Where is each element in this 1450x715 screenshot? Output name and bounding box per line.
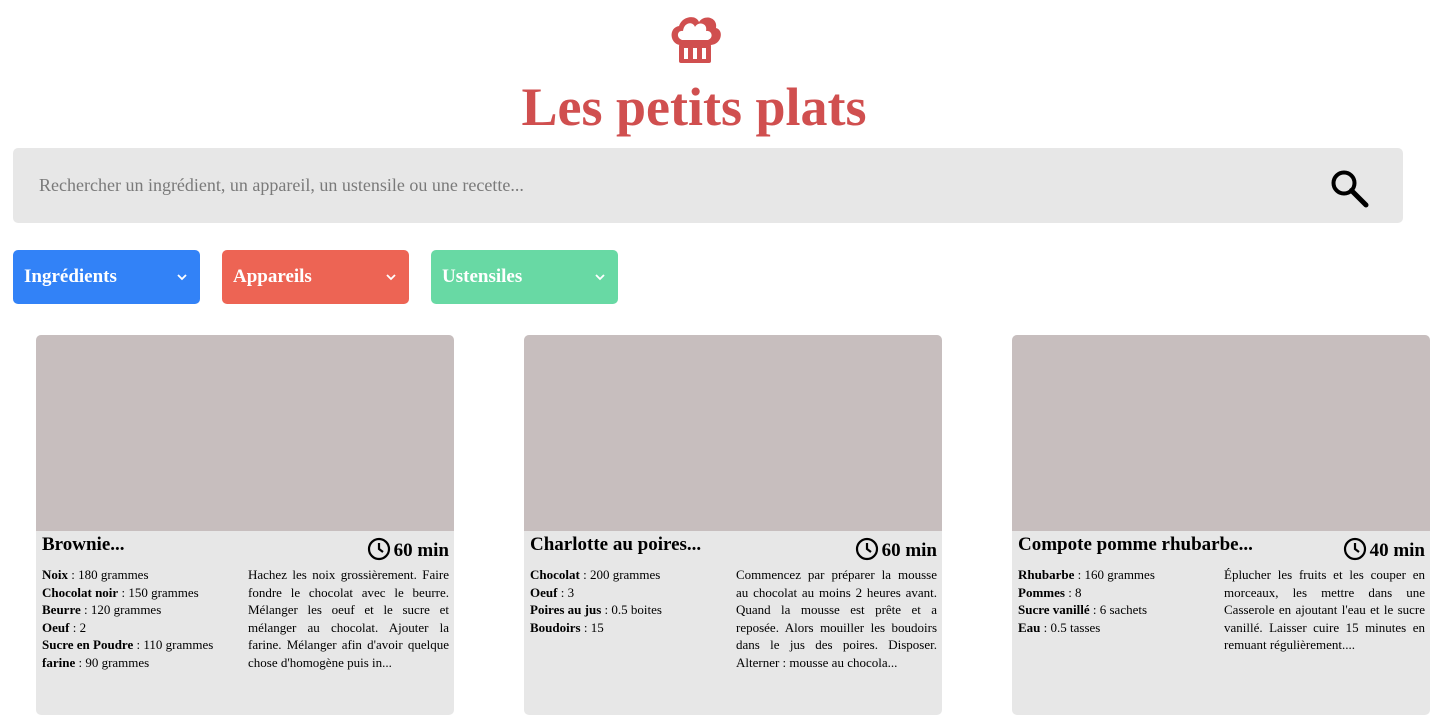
chef-hat-icon	[671, 17, 721, 63]
ingredient-item: Poires au jus : 0.5 boites	[530, 601, 730, 619]
ingredient-quantity: : 90 grammes	[75, 654, 150, 670]
ingredient-name: Oeuf	[530, 584, 558, 600]
ingredient-quantity: : 120 grammes	[80, 602, 162, 618]
ingredient-quantity: : 150 grammes	[118, 584, 199, 600]
ingredient-quantity: : 160 grammes	[1074, 567, 1155, 582]
filter-ingredients-dropdown[interactable]: Ingrédients	[13, 250, 200, 304]
ingredient-name: Rhubarbe	[1018, 567, 1075, 582]
ingredients-list: Rhubarbe : 160 grammes Pommes : 8 Sucre …	[1018, 566, 1218, 636]
ingredient-item: Sucre vanillé : 6 sachets	[1018, 601, 1218, 619]
search-input[interactable]	[39, 148, 1319, 223]
ingredient-quantity: : 110 grammes	[133, 637, 214, 653]
recipe-description: Éplucher les fruits et les couper en mor…	[1224, 567, 1425, 653]
ingredient-name: Eau	[1018, 619, 1041, 635]
ingredient-quantity: : 0.5 boites	[601, 602, 662, 618]
search-bar	[13, 148, 1403, 223]
clock-icon	[855, 537, 879, 561]
recipe-image	[524, 335, 942, 531]
ingredient-name: Chocolat noir	[42, 584, 119, 600]
ingredient-item: Rhubarbe : 160 grammes	[1018, 566, 1218, 584]
filter-label: Ustensiles	[442, 266, 523, 287]
recipe-description: Hachez les noix grossièrement. Faire fon…	[248, 567, 449, 670]
filter-label: Ingrédients	[24, 266, 117, 287]
chevron-down-icon	[386, 274, 396, 281]
recipe-image	[1012, 335, 1430, 531]
ingredient-item: farine : 90 grammes	[42, 654, 242, 672]
ingredient-item: Noix : 180 grammes	[42, 566, 242, 584]
ingredient-item: Oeuf : 3	[530, 584, 730, 602]
ingredient-item: Chocolat : 200 grammes	[530, 566, 730, 584]
ingredient-item: Chocolat noir : 150 grammes	[42, 584, 242, 602]
site-title: Les petits plats	[521, 77, 867, 137]
ingredient-quantity: : 180 grammes	[68, 567, 149, 582]
ingredient-quantity: : 6 sachets	[1089, 602, 1148, 618]
ingredient-quantity: : 2	[69, 619, 87, 635]
chevron-down-icon	[595, 274, 605, 281]
ingredient-quantity: : 200 grammes	[579, 567, 661, 582]
filter-label: Appareils	[233, 266, 312, 287]
ingredient-quantity: : 0.5 tasses	[1040, 619, 1101, 635]
filter-appliances-dropdown[interactable]: Appareils	[222, 250, 409, 304]
ingredient-name: Beurre	[42, 602, 81, 618]
clock-icon	[1343, 537, 1367, 561]
ingredient-name: Oeuf	[42, 619, 70, 635]
recipe-card[interactable]: Charlotte au poires... 60 min Chocolat :…	[524, 335, 942, 715]
recipe-time-value: 60 min	[393, 540, 449, 561]
search-icon[interactable]	[1329, 168, 1369, 208]
ingredient-name: Boudoirs	[530, 619, 581, 635]
ingredient-item: Boudoirs : 15	[530, 619, 730, 637]
ingredients-list: Noix : 180 grammes Chocolat noir : 150 g…	[42, 566, 242, 672]
clock-icon	[367, 537, 391, 561]
ingredient-item: Pommes : 8	[1018, 584, 1218, 602]
ingredient-item: Sucre en Poudre : 110 grammes	[42, 636, 242, 654]
ingredients-list: Chocolat : 200 grammes Oeuf : 3 Poires a…	[530, 566, 730, 636]
ingredient-item: Eau : 0.5 tasses	[1018, 619, 1218, 637]
ingredient-name: farine	[42, 654, 76, 670]
filter-ustensils-dropdown[interactable]: Ustensiles	[431, 250, 618, 304]
ingredient-name: Noix	[42, 567, 68, 582]
ingredient-item: Oeuf : 2	[42, 619, 242, 637]
ingredient-name: Chocolat	[530, 567, 580, 582]
ingredient-quantity: : 15	[580, 619, 604, 635]
recipe-description: Commencez par préparer la mousse au choc…	[736, 567, 937, 670]
recipe-title: Brownie...	[42, 534, 125, 555]
ingredient-name: Sucre vanillé	[1018, 602, 1090, 618]
ingredient-item: Beurre : 120 grammes	[42, 601, 242, 619]
recipe-title: Compote pomme rhubarbe...	[1018, 534, 1253, 555]
recipe-image	[36, 335, 454, 531]
recipe-card[interactable]: Brownie... 60 min Noix : 180 grammes Cho…	[36, 335, 454, 715]
chevron-down-icon	[177, 274, 187, 281]
ingredient-name: Pommes	[1018, 584, 1065, 600]
ingredient-quantity: : 3	[557, 584, 575, 600]
ingredient-name: Sucre en Poudre	[42, 637, 134, 653]
ingredient-quantity: : 8	[1064, 584, 1082, 600]
recipe-card[interactable]: Compote pomme rhubarbe... 40 min Rhubarb…	[1012, 335, 1430, 715]
ingredient-name: Poires au jus	[530, 602, 602, 618]
recipe-time-value: 40 min	[1369, 540, 1425, 561]
recipe-time-value: 60 min	[881, 540, 937, 561]
recipe-title: Charlotte au poires...	[530, 534, 702, 555]
